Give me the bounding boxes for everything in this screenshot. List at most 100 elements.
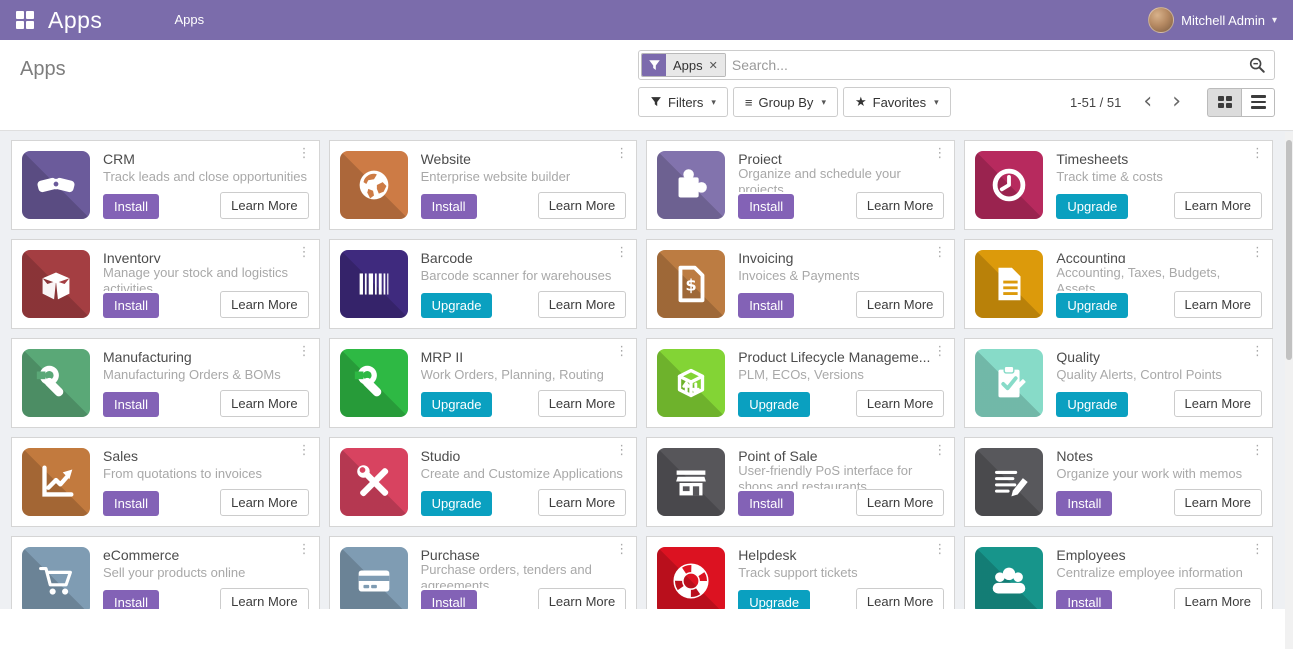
kebab-menu-icon[interactable]: ⋮ (298, 148, 311, 160)
kebab-menu-icon[interactable]: ⋮ (1251, 544, 1264, 556)
app-title: Purchase (421, 547, 627, 560)
app-title: Product Lifecycle Manageme... (738, 349, 944, 365)
learn-more-button[interactable]: Learn More (538, 192, 626, 219)
app-description: Manage your stock and logistics activiti… (103, 265, 309, 291)
learn-more-button[interactable]: Learn More (1174, 192, 1262, 219)
kebab-menu-icon[interactable]: ⋮ (1251, 445, 1264, 457)
kebab-menu-icon[interactable]: ⋮ (1251, 148, 1264, 160)
filters-dropdown[interactable]: Filters▾ (638, 87, 728, 117)
learn-more-button[interactable]: Learn More (220, 291, 308, 318)
learn-more-button[interactable]: Learn More (220, 489, 308, 516)
kebab-menu-icon[interactable]: ⋮ (1251, 247, 1264, 259)
install-button[interactable]: Install (103, 590, 159, 609)
kebab-menu-icon[interactable]: ⋮ (933, 148, 946, 160)
install-button[interactable]: Install (421, 194, 477, 219)
install-button[interactable]: Install (103, 392, 159, 417)
kebab-menu-icon[interactable]: ⋮ (298, 247, 311, 259)
learn-more-button[interactable]: Learn More (856, 390, 944, 417)
learn-more-button[interactable]: Learn More (856, 291, 944, 318)
upgrade-button[interactable]: Upgrade (738, 392, 810, 417)
install-button[interactable]: Install (103, 491, 159, 516)
app-card: Accounting Accounting, Taxes, Budgets, A… (964, 239, 1273, 329)
search-input[interactable] (732, 57, 1248, 73)
kebab-menu-icon[interactable]: ⋮ (298, 445, 311, 457)
kebab-menu-icon[interactable]: ⋮ (615, 445, 628, 457)
search-options-row: Filters▾ ≡ Group By▾ ★ Favorites▾ 1-51 /… (638, 87, 1275, 117)
learn-more-button[interactable]: Learn More (538, 390, 626, 417)
app-title: eCommerce (103, 547, 309, 563)
app-brand-title[interactable]: Apps (48, 7, 102, 34)
kanban-view-button[interactable] (1207, 88, 1241, 117)
learn-more-button[interactable]: Learn More (220, 390, 308, 417)
clock-icon (975, 151, 1043, 219)
upgrade-button[interactable]: Upgrade (1056, 392, 1128, 417)
kebab-menu-icon[interactable]: ⋮ (933, 247, 946, 259)
kebab-menu-icon[interactable]: ⋮ (933, 346, 946, 358)
favorites-dropdown[interactable]: ★ Favorites▾ (843, 87, 951, 117)
install-button[interactable]: Install (103, 194, 159, 219)
kebab-menu-icon[interactable]: ⋮ (615, 247, 628, 259)
learn-more-button[interactable]: Learn More (856, 588, 944, 609)
wrench-icon (340, 349, 408, 417)
kebab-menu-icon[interactable]: ⋮ (933, 445, 946, 457)
note-pencil-icon (975, 448, 1043, 516)
app-title: Website (421, 151, 627, 167)
search-icon[interactable] (1248, 56, 1266, 74)
search-facet-apps[interactable]: Apps ✕ (641, 53, 726, 77)
learn-more-button[interactable]: Learn More (1174, 390, 1262, 417)
learn-more-button[interactable]: Learn More (220, 192, 308, 219)
cart-icon (22, 547, 90, 609)
scrollbar-thumb[interactable] (1286, 140, 1292, 360)
cube-arrows-icon (657, 349, 725, 417)
user-menu[interactable]: Mitchell Admin ▾ (1148, 7, 1283, 33)
app-description: Purchase orders, tenders and agreements (421, 562, 627, 588)
search-bar[interactable]: Apps ✕ (638, 50, 1275, 80)
dollar-doc-icon: $ (657, 250, 725, 318)
kebab-menu-icon[interactable]: ⋮ (1251, 346, 1264, 358)
upgrade-button[interactable]: Upgrade (421, 293, 493, 318)
install-button[interactable]: Install (421, 590, 477, 609)
learn-more-button[interactable]: Learn More (220, 588, 308, 609)
pager-previous-button[interactable]: ‹ (1135, 91, 1160, 113)
handshake-icon (22, 151, 90, 219)
install-button[interactable]: Install (738, 293, 794, 318)
kebab-menu-icon[interactable]: ⋮ (615, 346, 628, 358)
nav-menu-apps[interactable]: Apps (162, 0, 216, 40)
upgrade-button[interactable]: Upgrade (421, 491, 493, 516)
learn-more-button[interactable]: Learn More (856, 489, 944, 516)
install-button[interactable]: Install (1056, 491, 1112, 516)
install-button[interactable]: Install (1056, 590, 1112, 609)
lifebuoy-icon (657, 547, 725, 609)
group-by-dropdown[interactable]: ≡ Group By▾ (733, 87, 838, 117)
app-description: Quality Alerts, Control Points (1056, 367, 1262, 382)
app-card: Notes Organize your work with memos Inst… (964, 437, 1273, 527)
kebab-menu-icon[interactable]: ⋮ (615, 148, 628, 160)
upgrade-button[interactable]: Upgrade (1056, 194, 1128, 219)
facet-remove-icon[interactable]: ✕ (709, 59, 718, 72)
upgrade-button[interactable]: Upgrade (1056, 293, 1128, 318)
pager-next-button[interactable]: › (1164, 91, 1189, 113)
list-view-button[interactable] (1241, 88, 1275, 117)
install-button[interactable]: Install (103, 293, 159, 318)
app-description: Manufacturing Orders & BOMs (103, 367, 309, 382)
learn-more-button[interactable]: Learn More (538, 588, 626, 609)
kebab-menu-icon[interactable]: ⋮ (298, 346, 311, 358)
install-button[interactable]: Install (738, 491, 794, 516)
vertical-scrollbar[interactable] (1285, 132, 1293, 649)
kebab-menu-icon[interactable]: ⋮ (615, 544, 628, 556)
learn-more-button[interactable]: Learn More (1174, 489, 1262, 516)
install-button[interactable]: Install (738, 194, 794, 219)
upgrade-button[interactable]: Upgrade (738, 590, 810, 609)
storefront-icon (657, 448, 725, 516)
kebab-menu-icon[interactable]: ⋮ (298, 544, 311, 556)
learn-more-button[interactable]: Learn More (856, 192, 944, 219)
learn-more-button[interactable]: Learn More (538, 489, 626, 516)
learn-more-button[interactable]: Learn More (1174, 588, 1262, 609)
globe-icon (340, 151, 408, 219)
learn-more-button[interactable]: Learn More (1174, 291, 1262, 318)
upgrade-button[interactable]: Upgrade (421, 392, 493, 417)
learn-more-button[interactable]: Learn More (538, 291, 626, 318)
kebab-menu-icon[interactable]: ⋮ (933, 544, 946, 556)
apps-menu-icon[interactable] (16, 11, 34, 29)
app-title: Invoicing (738, 250, 944, 266)
